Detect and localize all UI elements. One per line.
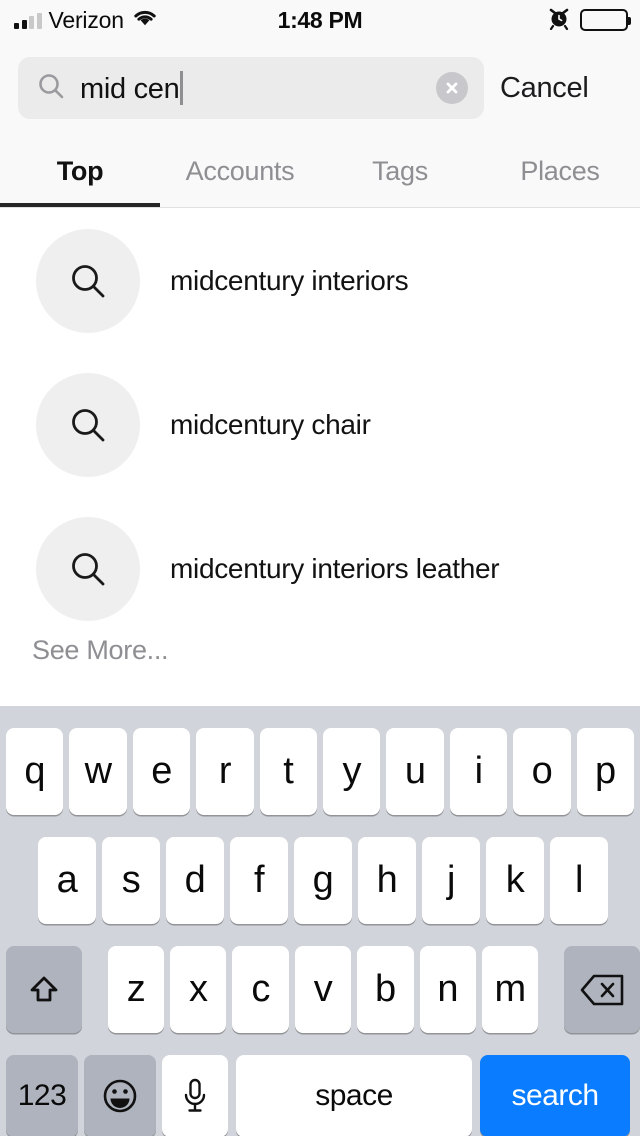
search-key[interactable]: search [480, 1055, 630, 1136]
search-icon [36, 71, 66, 106]
key-c[interactable]: c [232, 946, 289, 1033]
suggestion-label: midcentury chair [170, 409, 371, 440]
key-d[interactable]: d [166, 837, 224, 924]
status-bar: Verizon 1:48 PM [0, 0, 640, 40]
key-z[interactable]: z [107, 946, 165, 1033]
clear-icon[interactable] [436, 72, 468, 104]
tab-tags[interactable]: Tags [320, 156, 480, 187]
search-input[interactable]: mid cen [18, 57, 484, 119]
key-m[interactable]: m [481, 946, 539, 1033]
key-o[interactable]: o [513, 728, 571, 815]
key-e[interactable]: e [132, 728, 191, 815]
key-t[interactable]: t [259, 728, 318, 815]
see-more-button[interactable]: See More... [0, 635, 640, 666]
key-b[interactable]: b [357, 946, 414, 1033]
key-q[interactable]: q [6, 728, 64, 815]
key-j[interactable]: j [422, 837, 480, 924]
keyboard-row-2: a s d f g h j k l [0, 837, 640, 924]
microphone-icon[interactable] [162, 1055, 228, 1136]
text-caret [180, 70, 184, 105]
key-v[interactable]: v [294, 946, 352, 1033]
search-icon [36, 517, 140, 621]
key-g[interactable]: g [294, 837, 352, 924]
list-item[interactable]: midcentury interiors [0, 209, 640, 353]
numbers-key[interactable]: 123 [6, 1055, 78, 1136]
key-n[interactable]: n [419, 946, 476, 1033]
search-icon [36, 229, 140, 333]
phone-screen: Verizon 1:48 PM mid cen Cancel Top Accou… [0, 0, 640, 1136]
search-query-value: mid cen [80, 72, 180, 105]
key-a[interactable]: a [38, 837, 96, 924]
search-icon [36, 373, 140, 477]
tab-places[interactable]: Places [480, 156, 640, 187]
keyboard-row-4: 123 space search [0, 1055, 640, 1136]
tab-accounts[interactable]: Accounts [160, 156, 320, 187]
search-query-text: mid cen [80, 70, 184, 106]
backspace-delete-icon[interactable] [564, 946, 640, 1033]
space-key[interactable]: space [236, 1055, 472, 1136]
key-h[interactable]: h [358, 837, 416, 924]
suggestion-label: midcentury interiors leather [170, 553, 500, 584]
key-x[interactable]: x [170, 946, 227, 1033]
key-s[interactable]: s [102, 837, 160, 924]
keyboard-row-3: z x c v b n m [0, 946, 640, 1033]
key-r[interactable]: r [196, 728, 254, 815]
cancel-button[interactable]: Cancel [500, 72, 589, 105]
keyboard-row-1: q w e r t y u i o p [0, 728, 640, 815]
key-u[interactable]: u [386, 728, 444, 815]
list-item[interactable]: midcentury chair [0, 353, 640, 497]
search-bar: mid cen Cancel [0, 40, 640, 136]
key-k[interactable]: k [486, 837, 544, 924]
key-p[interactable]: p [576, 728, 635, 815]
key-w[interactable]: w [69, 728, 127, 815]
key-f[interactable]: f [230, 837, 288, 924]
key-y[interactable]: y [323, 728, 381, 815]
tab-top[interactable]: Top [0, 156, 160, 187]
alarm-clock-icon [548, 6, 570, 35]
active-tab-indicator [0, 203, 160, 207]
status-bar-right [548, 0, 631, 40]
status-bar-clock: 1:48 PM [277, 6, 363, 33]
key-i[interactable]: i [449, 728, 508, 815]
emoji-smiley-icon[interactable] [84, 1055, 156, 1136]
battery-full-icon [580, 9, 631, 31]
suggestion-label: midcentury interiors [170, 265, 409, 296]
shift-arrow-icon[interactable] [6, 946, 82, 1033]
list-item[interactable]: midcentury interiors leather [0, 497, 640, 641]
tab-bar: Top Accounts Tags Places [0, 136, 640, 208]
on-screen-keyboard: q w e r t y u i o p a s d f g h j k l z … [0, 706, 640, 1136]
key-l[interactable]: l [550, 837, 608, 924]
search-suggestions-list: midcentury interiors midcentury chair mi… [0, 209, 640, 706]
